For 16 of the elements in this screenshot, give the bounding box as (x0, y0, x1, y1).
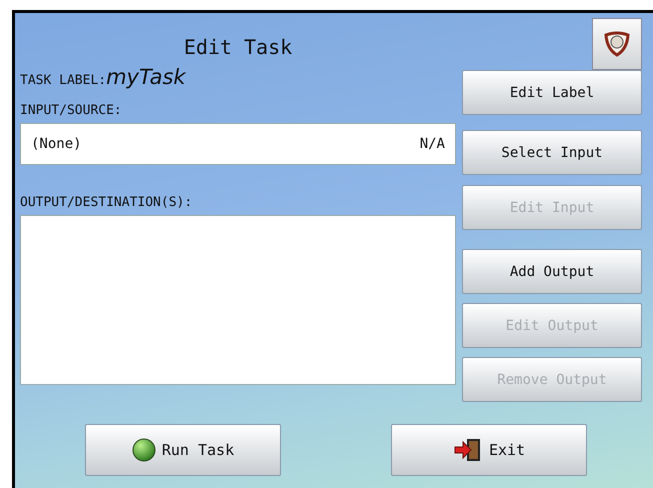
side-button[interactable]: Select Input (462, 130, 642, 175)
input-source-caption: INPUT/SOURCE: (20, 103, 123, 118)
ball-icon (132, 438, 156, 462)
input-source-value: (None) (31, 136, 82, 152)
action-button[interactable]: Exit (391, 424, 587, 476)
side-button[interactable]: Add Output (462, 249, 642, 294)
task-label-value: myTask (106, 65, 186, 89)
window-title: Edit Task (182, 35, 294, 59)
input-source-status: N/A (420, 136, 445, 152)
action-button[interactable]: Run Task (85, 424, 281, 476)
side-button[interactable]: Edit Label (462, 70, 642, 115)
input-source-field[interactable]: (None) N/A (20, 123, 456, 165)
task-label-caption: TASK LABEL: (20, 73, 106, 88)
exit-door-icon (452, 438, 483, 462)
output-caption: OUTPUT/DESTINATION(S): (20, 195, 194, 210)
help-button[interactable] (592, 18, 642, 70)
